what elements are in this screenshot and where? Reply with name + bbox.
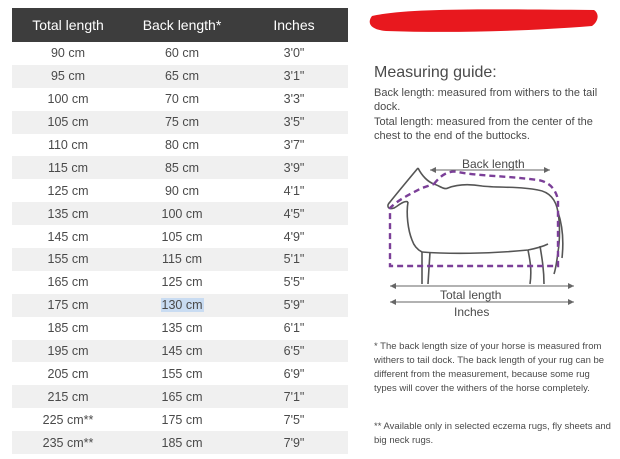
- cell-inches: 3'0": [240, 42, 348, 65]
- horse-silhouette: [387, 167, 564, 285]
- cell-total-length: 145 cm: [12, 225, 124, 249]
- cell-inches: 5'9": [240, 293, 348, 317]
- cell-inches: 4'5": [240, 202, 348, 226]
- cell-back-length: 90 cm: [124, 179, 240, 203]
- cell-back-length: 70 cm: [124, 87, 240, 111]
- table-row: 215 cm 165 cm 7'1": [12, 385, 348, 409]
- horse-measuring-diagram: Back length Total length Inches: [387, 157, 574, 319]
- cell-inches: 3'3": [240, 87, 348, 111]
- table-row: 95 cm 65 cm 3'1": [12, 64, 348, 88]
- table-row: 110 cm 80 cm 3'7": [12, 133, 348, 157]
- total-length-label: Total length: [440, 288, 501, 302]
- table-row: 225 cm** 175 cm 7'5": [12, 408, 348, 432]
- measuring-guide-title: Measuring guide:: [374, 64, 497, 81]
- table-row: 135 cm 100 cm 4'5": [12, 202, 348, 226]
- table-row: 100 cm 70 cm 3'3": [12, 87, 348, 111]
- cell-total-length: 125 cm: [12, 179, 124, 203]
- table-row: 125 cm 90 cm 4'1": [12, 179, 348, 203]
- header-back-length: Back length*: [124, 8, 240, 42]
- cell-total-length: 215 cm: [12, 385, 124, 409]
- cell-back-length: 175 cm: [124, 408, 240, 432]
- table-row: 145 cm 105 cm 4'9": [12, 225, 348, 249]
- table-header-row: Total length Back length* Inches: [12, 8, 348, 42]
- header-total-length: Total length: [12, 8, 124, 42]
- back-length-description: Back length: measured from withers to th…: [374, 87, 598, 113]
- header-inches: Inches: [240, 8, 348, 42]
- table-row: 175 cm 130 cm 5'9": [12, 293, 348, 317]
- selected-text[interactable]: 130 cm: [160, 298, 204, 313]
- total-length-description: Total length: measured from the center o…: [374, 116, 593, 142]
- cell-inches: 7'5": [240, 408, 348, 432]
- cell-total-length: 110 cm: [12, 133, 124, 157]
- cell-inches: 6'5": [240, 339, 348, 363]
- cell-back-length: 185 cm: [124, 431, 240, 455]
- cell-back-length: 75 cm: [124, 110, 240, 134]
- cell-total-length: 155 cm: [12, 248, 124, 271]
- table-row: 235 cm** 185 cm 7'9": [12, 431, 348, 455]
- table-row: 155 cm 115 cm 5'1": [12, 248, 348, 271]
- cell-total-length: 225 cm**: [12, 408, 124, 432]
- cell-total-length: 175 cm: [12, 293, 124, 317]
- back-length-label: Back length: [462, 157, 525, 171]
- cell-back-length: 135 cm: [124, 316, 240, 340]
- cell-back-length: 165 cm: [124, 385, 240, 409]
- cell-inches: 5'1": [240, 248, 348, 271]
- cell-total-length: 235 cm**: [12, 431, 124, 455]
- cell-back-length: 100 cm: [124, 202, 240, 226]
- cell-inches: 5'5": [240, 270, 348, 294]
- cell-total-length: 205 cm: [12, 362, 124, 386]
- cell-total-length: 195 cm: [12, 339, 124, 363]
- cell-total-length: 90 cm: [12, 42, 124, 65]
- cell-back-length: 130 cm: [124, 293, 240, 317]
- table-row: 205 cm 155 cm 6'9": [12, 362, 348, 386]
- cell-total-length: 185 cm: [12, 316, 124, 340]
- cell-back-length: 60 cm: [124, 42, 240, 65]
- cell-inches: 3'7": [240, 133, 348, 157]
- cell-inches: 3'1": [240, 64, 348, 88]
- table-row: 105 cm 75 cm 3'5": [12, 110, 348, 134]
- table-row: 195 cm 145 cm 6'5": [12, 339, 348, 363]
- cell-inches: 6'1": [240, 316, 348, 340]
- inches-label: Inches: [454, 305, 489, 319]
- cell-back-length: 115 cm: [124, 248, 240, 271]
- cell-back-length: 85 cm: [124, 156, 240, 180]
- cell-total-length: 165 cm: [12, 270, 124, 294]
- cell-inches: 4'1": [240, 179, 348, 203]
- cell-total-length: 95 cm: [12, 64, 124, 88]
- cell-total-length: 105 cm: [12, 110, 124, 134]
- cell-inches: 3'5": [240, 110, 348, 134]
- cell-inches: 4'9": [240, 225, 348, 249]
- cell-back-length: 105 cm: [124, 225, 240, 249]
- table-row: 185 cm 135 cm 6'1": [12, 316, 348, 340]
- size-table: Total length Back length* Inches 90 cm 60…: [12, 8, 348, 455]
- cell-inches: 6'9": [240, 362, 348, 386]
- cell-back-length: 155 cm: [124, 362, 240, 386]
- cell-inches: 7'9": [240, 431, 348, 455]
- cell-total-length: 100 cm: [12, 87, 124, 111]
- redaction-mark: [369, 9, 598, 32]
- cell-inches: 3'9": [240, 156, 348, 180]
- cell-back-length: 65 cm: [124, 64, 240, 88]
- cell-back-length: 80 cm: [124, 133, 240, 157]
- back-length-footnote: * The back length size of your horse is …: [374, 341, 605, 394]
- cell-total-length: 115 cm: [12, 156, 124, 180]
- table-body: 90 cm 60 cm 3'0" 95 cm 65 cm 3'1" 100 cm 70 cm 3…: [12, 42, 348, 455]
- table-row: 115 cm 85 cm 3'9": [12, 156, 348, 180]
- table-row: 90 cm 60 cm 3'0": [12, 42, 348, 65]
- cell-inches: 7'1": [240, 385, 348, 409]
- cell-total-length: 135 cm: [12, 202, 124, 226]
- cell-back-length: 145 cm: [124, 339, 240, 363]
- cell-back-length: 125 cm: [124, 270, 240, 294]
- table-row: 165 cm 125 cm 5'5": [12, 270, 348, 294]
- availability-footnote: ** Available only in selected eczema rug…: [374, 421, 611, 446]
